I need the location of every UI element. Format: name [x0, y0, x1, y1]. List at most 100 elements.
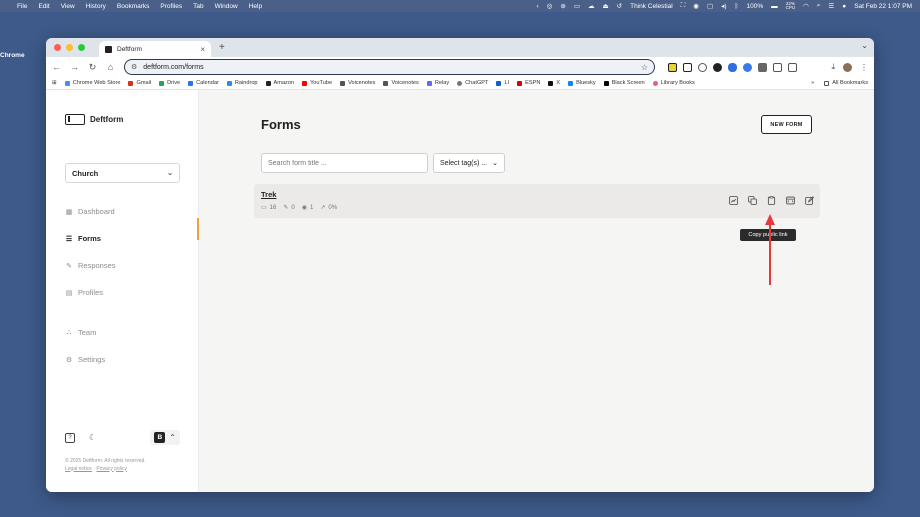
bookmarks-overflow[interactable]: »: [811, 80, 814, 86]
bookmark-item[interactable]: Drive: [159, 80, 180, 86]
extension-r-icon[interactable]: [668, 62, 677, 72]
extension-cloud-icon[interactable]: [698, 62, 707, 72]
bookmark-item[interactable]: Voicenotes: [340, 80, 375, 86]
menu-file[interactable]: File: [17, 3, 27, 10]
menu-view[interactable]: View: [61, 3, 75, 10]
edit-button[interactable]: [805, 196, 814, 205]
bookmark-item[interactable]: Raindrop: [226, 80, 258, 86]
legal-notice-link[interactable]: Legal notice: [65, 466, 92, 472]
siri-icon[interactable]: ●: [842, 3, 846, 10]
extension-reader-icon[interactable]: [683, 62, 692, 72]
form-name-link[interactable]: Trek: [261, 190, 276, 199]
record-icon[interactable]: ◉: [693, 2, 699, 10]
airdrop-icon[interactable]: ⏏: [602, 2, 608, 10]
now-playing[interactable]: Think Celestial: [630, 3, 673, 10]
zoom-window-button[interactable]: [78, 44, 85, 51]
menu-edit[interactable]: Edit: [38, 3, 49, 10]
extension-box-icon[interactable]: [773, 62, 782, 72]
sidebar-item-responses[interactable]: ✎ Responses: [65, 252, 115, 279]
copy-public-link-button[interactable]: [767, 196, 776, 205]
bookmark-item[interactable]: X: [548, 80, 560, 86]
reload-icon[interactable]: ↻: [88, 62, 97, 73]
bluetooth-icon[interactable]: ᛒ: [735, 3, 739, 10]
history-icon[interactable]: ↺: [617, 2, 622, 10]
site-settings-icon[interactable]: ⚙: [131, 63, 137, 71]
bookmark-item[interactable]: Bluesky: [568, 80, 596, 86]
sidebar-item-forms[interactable]: ☰ Forms: [65, 225, 116, 252]
all-bookmarks[interactable]: All Bookmarks: [824, 80, 868, 86]
battery-icon[interactable]: ▬: [771, 3, 778, 10]
bookmark-item[interactable]: Relay: [426, 80, 449, 86]
extension-toggle-icon[interactable]: [728, 62, 737, 72]
tab-deftform[interactable]: Deftform ×: [99, 41, 211, 57]
status-icon[interactable]: ◎: [547, 2, 553, 10]
privacy-policy-link[interactable]: Privacy policy: [96, 466, 127, 472]
cloud-icon[interactable]: ☁: [588, 2, 595, 10]
bookmark-item[interactable]: LI: [496, 80, 509, 86]
menu-profiles[interactable]: Profiles: [160, 3, 182, 10]
menu-history[interactable]: History: [86, 3, 106, 10]
fields-stat: ▭ 16: [261, 204, 276, 212]
sidebar-item-team[interactable]: ⛬ Team: [65, 319, 116, 346]
search-icon[interactable]: ⌕: [817, 2, 821, 10]
sidebar-item-settings[interactable]: ⚙ Settings: [65, 346, 116, 373]
new-form-button[interactable]: NEW FORM: [761, 115, 812, 134]
bookmark-item[interactable]: Calendar: [188, 80, 219, 86]
screen-icon[interactable]: ▢: [707, 2, 713, 10]
chevron-left-icon[interactable]: ‹: [537, 3, 539, 10]
bookmark-item[interactable]: YouTube: [302, 80, 332, 86]
extension-circle-icon[interactable]: [713, 62, 722, 72]
brand-logo[interactable]: Deftform: [65, 114, 123, 125]
browser-menu-icon[interactable]: ⋮: [860, 63, 868, 72]
bookmark-item[interactable]: Voicenotes: [383, 80, 419, 86]
close-window-button[interactable]: [54, 44, 61, 51]
close-tab-icon[interactable]: ×: [200, 45, 205, 54]
home-icon[interactable]: ⌂: [106, 62, 115, 72]
battery-percent[interactable]: 100%: [746, 3, 763, 10]
bookmark-star-icon[interactable]: ☆: [641, 63, 648, 72]
volume-icon[interactable]: ◂): [721, 2, 726, 10]
sidebar-item-profiles[interactable]: ▤ Profiles: [65, 279, 116, 306]
minimize-window-button[interactable]: [66, 44, 73, 51]
bookmark-item[interactable]: Gmail: [128, 80, 151, 86]
profile-avatar[interactable]: [843, 62, 852, 72]
bookmark-item[interactable]: Amazon: [265, 80, 294, 86]
menubar-clock[interactable]: Sat Feb 22 1:07 PM: [854, 3, 912, 10]
workspace-select[interactable]: Church ⌄: [65, 163, 180, 183]
bookmark-item[interactable]: ESPN: [517, 80, 540, 86]
help-icon[interactable]: ?: [65, 432, 75, 443]
forward-icon[interactable]: →: [70, 62, 79, 72]
download-icon[interactable]: ⤓: [831, 62, 835, 72]
back-icon[interactable]: ←: [52, 62, 61, 72]
menu-tab[interactable]: Tab: [193, 3, 203, 10]
sidebar-item-dashboard[interactable]: ▦ Dashboard: [65, 198, 116, 225]
new-tab-button[interactable]: +: [219, 42, 225, 53]
analytics-button[interactable]: [729, 196, 738, 205]
bookmark-item[interactable]: Library Books: [652, 80, 695, 86]
search-input[interactable]: [261, 153, 428, 173]
menu-bookmarks[interactable]: Bookmarks: [117, 3, 150, 10]
extension-shield-icon[interactable]: [758, 62, 767, 72]
grammarly-icon[interactable]: ⊛: [560, 2, 565, 10]
url-text[interactable]: deftform.com/forms: [143, 64, 203, 71]
menu-window[interactable]: Window: [215, 3, 238, 10]
control-center-icon[interactable]: ☰: [828, 2, 834, 10]
embed-button[interactable]: [786, 196, 795, 205]
duplicate-button[interactable]: [748, 196, 757, 205]
address-bar[interactable]: ⚙ deftform.com/forms ☆: [124, 59, 655, 75]
user-menu[interactable]: B ⌃: [150, 430, 180, 445]
wifi-icon[interactable]: ◠: [803, 2, 809, 10]
bookmark-item[interactable]: Black Screen: [603, 80, 645, 86]
menu-help[interactable]: Help: [249, 3, 262, 10]
tags-select[interactable]: Select tag(s) ... ⌄: [433, 153, 505, 173]
extension-1password-icon[interactable]: [743, 62, 752, 72]
extensions-puzzle-icon[interactable]: [788, 62, 797, 72]
tab-search-icon[interactable]: ⌄: [861, 41, 868, 50]
display-icon[interactable]: ▭: [574, 2, 580, 10]
scan-icon[interactable]: ⛶: [681, 2, 686, 10]
moon-icon[interactable]: ☾: [89, 433, 96, 442]
bookmark-item[interactable]: ChatGPT: [457, 80, 488, 86]
apps-grid-icon[interactable]: ⊞: [52, 80, 57, 86]
bookmark-item[interactable]: Chrome Web Store: [64, 80, 120, 86]
cpu-meter[interactable]: 22% CPU: [786, 1, 796, 11]
